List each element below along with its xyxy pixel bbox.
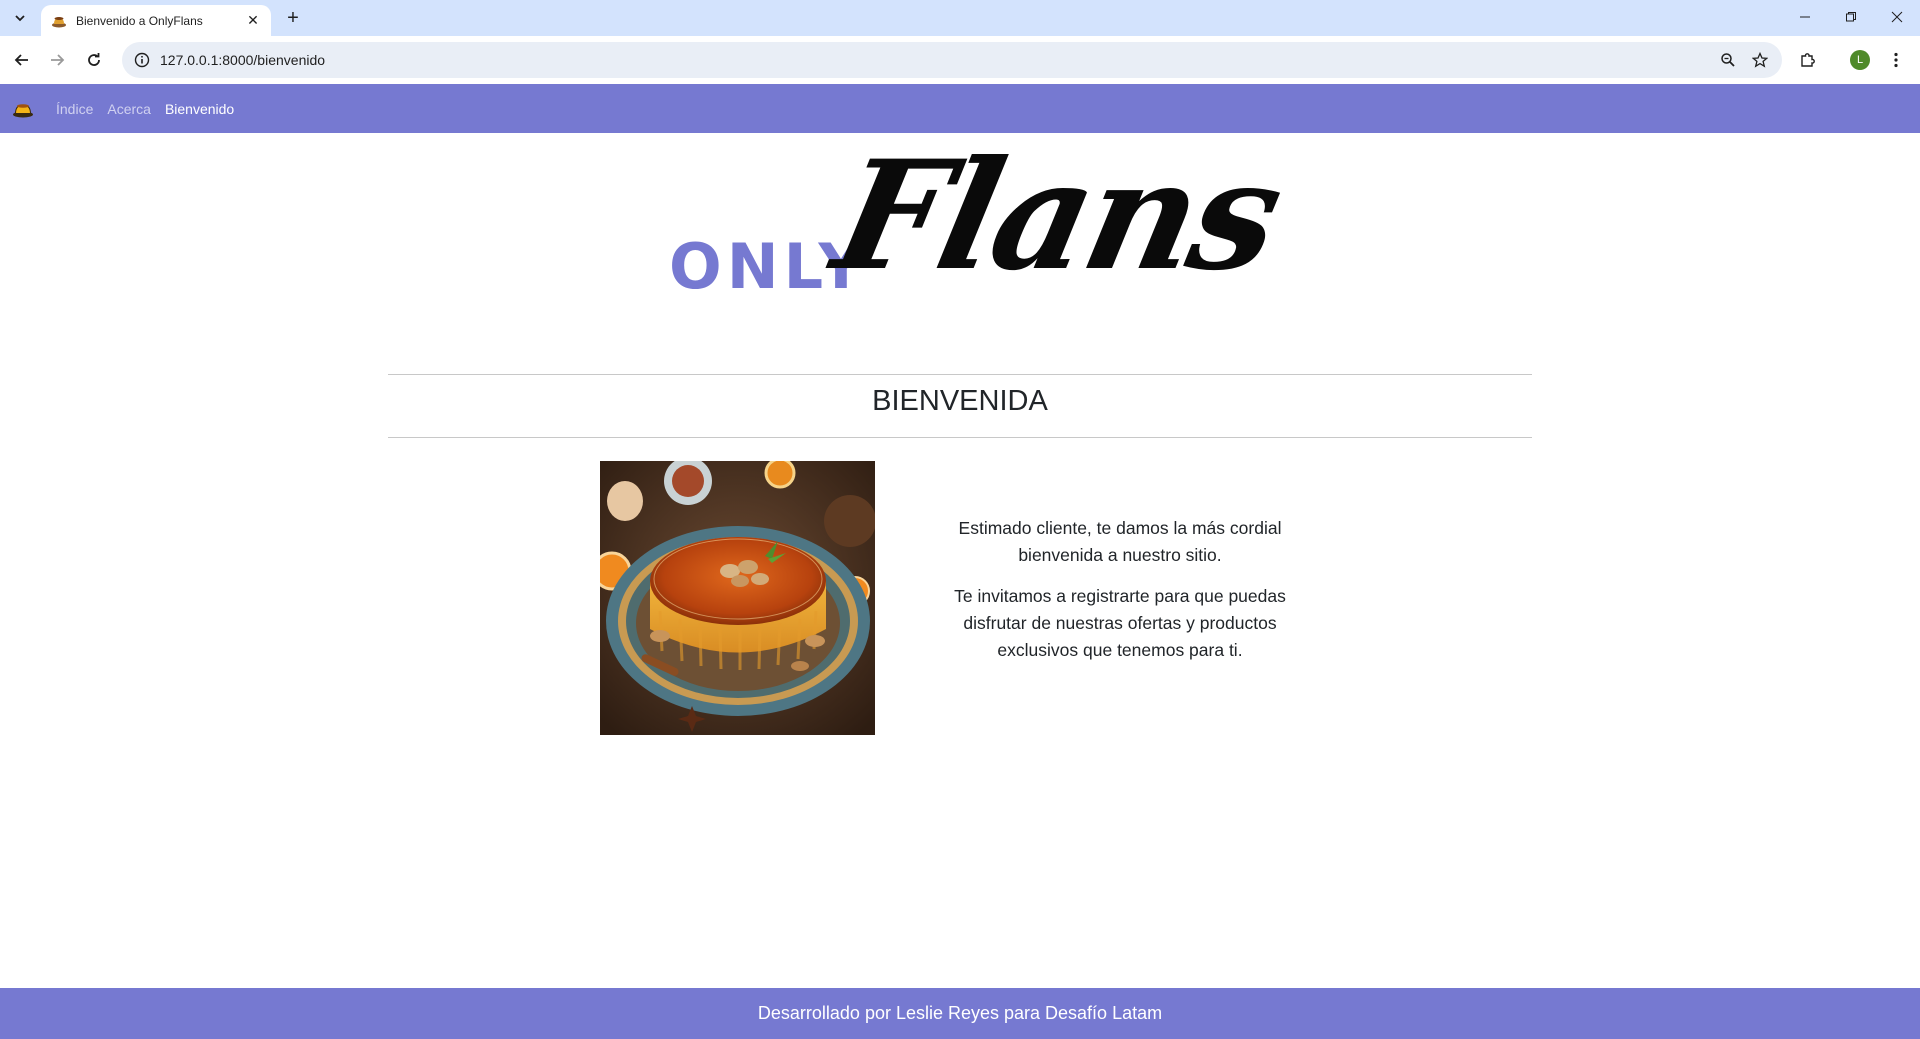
extensions-button[interactable] bbox=[1794, 46, 1822, 74]
arrow-right-icon bbox=[51, 54, 65, 66]
welcome-message: Estimado cliente, te damos la más cordia… bbox=[930, 515, 1310, 678]
flan-favicon-icon bbox=[52, 16, 66, 27]
nav-link-bienvenido[interactable]: Bienvenido bbox=[165, 101, 234, 117]
avatar: L bbox=[1850, 50, 1870, 70]
address-bar[interactable]: 127.0.0.1:8000/bienvenido bbox=[122, 42, 1782, 78]
nav-link-acerca[interactable]: Acerca bbox=[107, 101, 151, 117]
more-vertical-icon bbox=[1894, 52, 1898, 68]
site-info-icon[interactable] bbox=[134, 52, 150, 68]
heading-divider-top bbox=[388, 374, 1532, 375]
site-logo: ONLY Flans bbox=[660, 128, 1293, 315]
close-icon bbox=[1891, 11, 1903, 23]
forward-button[interactable] bbox=[43, 46, 71, 74]
puzzle-icon bbox=[1801, 53, 1815, 67]
chevron-down-icon bbox=[15, 15, 25, 22]
reload-button[interactable] bbox=[80, 46, 108, 74]
back-button[interactable] bbox=[8, 46, 36, 74]
nav-link-indice[interactable]: Índice bbox=[56, 101, 93, 117]
tab-title: Bienvenido a OnlyFlans bbox=[76, 13, 203, 28]
site-navbar: Índice Acerca Bienvenido bbox=[0, 84, 1920, 133]
bookmark-star-icon[interactable] bbox=[1750, 50, 1770, 70]
url-text: 127.0.0.1:8000/bienvenido bbox=[160, 52, 326, 68]
heading-divider-bottom bbox=[388, 437, 1532, 438]
tab-search-button[interactable] bbox=[8, 6, 32, 30]
reload-icon bbox=[88, 53, 100, 66]
logo-flans-text: Flans bbox=[821, 128, 1293, 304]
flan-image bbox=[600, 461, 875, 735]
browser-toolbar: 127.0.0.1:8000/bienvenido L bbox=[0, 36, 1920, 84]
browser-tab[interactable]: Bienvenido a OnlyFlans ✕ bbox=[41, 5, 271, 36]
browser-menu-button[interactable] bbox=[1882, 46, 1910, 74]
minimize-icon bbox=[1800, 16, 1810, 18]
minimize-button[interactable] bbox=[1782, 0, 1828, 34]
new-tab-button[interactable]: + bbox=[281, 6, 305, 30]
restore-button[interactable] bbox=[1828, 0, 1874, 34]
profile-button[interactable]: L bbox=[1846, 46, 1874, 74]
tab-close-icon[interactable]: ✕ bbox=[245, 12, 261, 29]
arrow-left-icon bbox=[14, 54, 28, 66]
welcome-paragraph-2: Te invitamos a registrarte para que pued… bbox=[954, 586, 1286, 660]
browser-tabstrip: Bienvenido a OnlyFlans ✕ + bbox=[0, 0, 1920, 36]
close-window-button[interactable] bbox=[1874, 0, 1920, 34]
footer-text: Desarrollado por Leslie Reyes para Desaf… bbox=[757, 1003, 1163, 1023]
restore-icon bbox=[1846, 12, 1856, 22]
flan-brand-icon[interactable] bbox=[12, 98, 34, 120]
welcome-paragraph-1: Estimado cliente, te damos la más cordia… bbox=[958, 518, 1282, 565]
zoom-icon[interactable] bbox=[1718, 50, 1738, 70]
site-footer: Desarrollado por Leslie Reyes para Desaf… bbox=[0, 988, 1920, 1039]
page-title: BIENVENIDA bbox=[872, 385, 1048, 417]
